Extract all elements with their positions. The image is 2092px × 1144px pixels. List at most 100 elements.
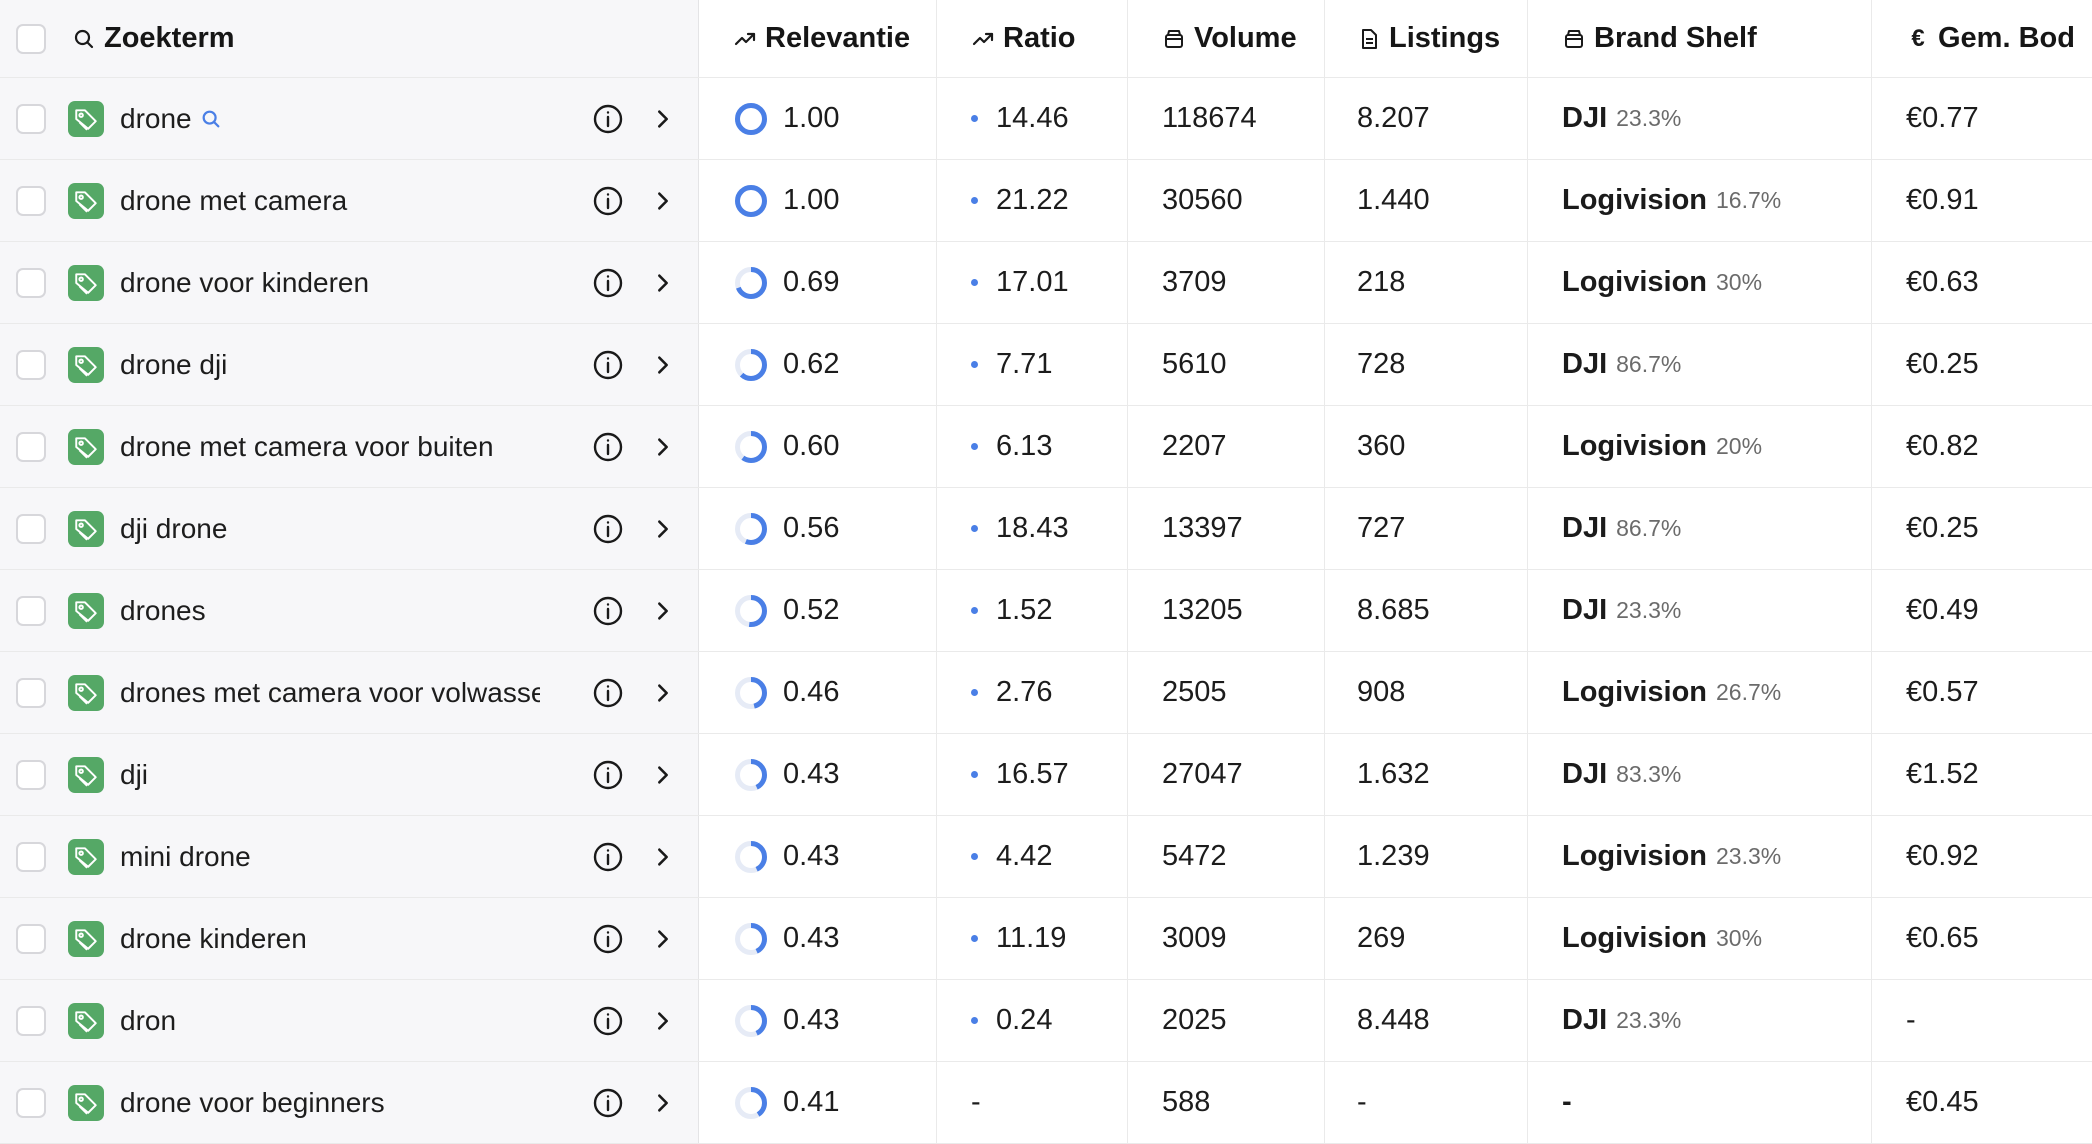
term-label[interactable]: drone met camera [120, 185, 540, 217]
table-row[interactable]: dji drone 0.56 18.43 13397 727 DJI 86.7%… [0, 488, 2092, 570]
table-row[interactable]: drones met camera voor volwassenen 0.46 … [0, 652, 2092, 734]
bid-cell: €0.25 [1872, 324, 2092, 405]
term-label[interactable]: drone met camera voor buiten [120, 431, 540, 463]
info-icon[interactable] [592, 349, 624, 381]
listings-value: 8.207 [1357, 102, 1430, 134]
row-checkbox[interactable] [16, 595, 46, 626]
row-checkbox[interactable] [16, 841, 46, 872]
bid-cell: €0.63 [1872, 242, 2092, 323]
header-term-cell[interactable]: Zoekterm [0, 0, 699, 77]
table-row[interactable]: drone met camera voor buiten 0.60 6.13 2… [0, 406, 2092, 488]
row-checkbox[interactable] [16, 923, 46, 954]
info-icon[interactable] [592, 103, 624, 135]
select-all-checkbox[interactable] [16, 23, 46, 54]
table-row[interactable]: drone 1.00 14.46 118674 8.207 DJI 23.3% … [0, 78, 2092, 160]
bid-value: €0.91 [1906, 184, 1979, 216]
header-brand-shelf[interactable]: Brand Shelf [1528, 0, 1872, 77]
term-label[interactable]: dron [120, 1005, 540, 1037]
chevron-right-icon[interactable] [652, 1092, 674, 1114]
row-checkbox[interactable] [16, 185, 46, 216]
bid-value: - [1906, 1004, 1916, 1036]
chevron-right-icon[interactable] [652, 518, 674, 540]
chevron-right-icon[interactable] [652, 354, 674, 376]
header-bid[interactable]: € Gem. Bod [1872, 0, 2092, 77]
row-checkbox[interactable] [16, 513, 46, 544]
row-checkbox[interactable] [16, 103, 46, 134]
term-label[interactable]: drones met camera voor volwassenen [120, 677, 540, 709]
term-cell: dji drone [0, 488, 699, 569]
chevron-right-icon[interactable] [652, 108, 674, 130]
header-volume-label: Volume [1194, 22, 1297, 54]
chevron-right-icon[interactable] [652, 1010, 674, 1032]
header-listings[interactable]: Listings [1325, 0, 1528, 77]
header-volume[interactable]: Volume [1128, 0, 1325, 77]
chevron-right-icon[interactable] [652, 436, 674, 458]
table-row[interactable]: drone kinderen 0.43 11.19 3009 269 Logiv… [0, 898, 2092, 980]
ratio-cell: 2.76 [937, 652, 1128, 733]
brand-share: 23.3% [1616, 1007, 1682, 1033]
brand-shelf-cell: DJI 86.7% [1528, 324, 1872, 405]
term-cell: dji [0, 734, 699, 815]
ratio-value: 21.22 [996, 184, 1069, 216]
chevron-right-icon[interactable] [652, 764, 674, 786]
info-icon[interactable] [592, 267, 624, 299]
chevron-right-icon[interactable] [652, 682, 674, 704]
header-ratio[interactable]: Ratio [937, 0, 1128, 77]
bid-value: €0.25 [1906, 512, 1979, 544]
brand-share: 23.3% [1616, 105, 1682, 131]
listings-value: 1.440 [1357, 184, 1430, 216]
info-icon[interactable] [592, 595, 624, 627]
chevron-right-icon[interactable] [652, 846, 674, 868]
row-checkbox[interactable] [16, 759, 46, 790]
term-label[interactable]: dji [120, 759, 540, 791]
row-checkbox[interactable] [16, 267, 46, 298]
term-label[interactable]: dji drone [120, 513, 540, 545]
table-row[interactable]: drones 0.52 1.52 13205 8.685 DJI 23.3% €… [0, 570, 2092, 652]
term-label[interactable]: drone kinderen [120, 923, 540, 955]
info-icon[interactable] [592, 759, 624, 791]
brand-shelf-cell: DJI 23.3% [1528, 78, 1872, 159]
bid-value: €0.92 [1906, 840, 1979, 872]
term-label[interactable]: drone voor beginners [120, 1087, 540, 1119]
info-icon[interactable] [592, 431, 624, 463]
brand-name: Logivision [1562, 184, 1707, 216]
info-icon[interactable] [592, 185, 624, 217]
table-row[interactable]: drone voor beginners 0.41 - 588 - - €0.4… [0, 1062, 2092, 1144]
relevance-cell: 0.43 [699, 898, 937, 979]
chevron-right-icon[interactable] [652, 600, 674, 622]
listings-cell: - [1325, 1062, 1528, 1143]
header-relevance[interactable]: Relevantie [699, 0, 937, 77]
row-checkbox[interactable] [16, 1005, 46, 1036]
row-checkbox[interactable] [16, 677, 46, 708]
term-label[interactable]: mini drone [120, 841, 540, 873]
row-checkbox[interactable] [16, 431, 46, 462]
term-label[interactable]: drone voor kinderen [120, 267, 540, 299]
chevron-right-icon[interactable] [652, 928, 674, 950]
info-icon[interactable] [592, 923, 624, 955]
row-checkbox[interactable] [16, 349, 46, 380]
table-row[interactable]: drone dji 0.62 7.71 5610 728 DJI 86.7% €… [0, 324, 2092, 406]
bid-value: €0.82 [1906, 430, 1979, 462]
brand-name: Logivision [1562, 430, 1707, 462]
term-label[interactable]: drone [120, 103, 540, 135]
info-icon[interactable] [592, 1005, 624, 1037]
chevron-right-icon[interactable] [652, 272, 674, 294]
term-label[interactable]: drone dji [120, 349, 540, 381]
relevance-cell: 0.56 [699, 488, 937, 569]
chevron-right-icon[interactable] [652, 190, 674, 212]
term-label[interactable]: drones [120, 595, 540, 627]
table-row[interactable]: dron 0.43 0.24 2025 8.448 DJI 23.3% - [0, 980, 2092, 1062]
info-icon[interactable] [592, 1087, 624, 1119]
term-text: drones [120, 594, 206, 626]
listings-cell: 727 [1325, 488, 1528, 569]
row-checkbox[interactable] [16, 1087, 46, 1118]
table-row[interactable]: drone met camera 1.00 21.22 30560 1.440 … [0, 160, 2092, 242]
volume-cell: 2505 [1128, 652, 1325, 733]
table-row[interactable]: drone voor kinderen 0.69 17.01 3709 218 … [0, 242, 2092, 324]
table-row[interactable]: mini drone 0.43 4.42 5472 1.239 Logivisi… [0, 816, 2092, 898]
info-icon[interactable] [592, 513, 624, 545]
volume-cell: 5472 [1128, 816, 1325, 897]
info-icon[interactable] [592, 841, 624, 873]
info-icon[interactable] [592, 677, 624, 709]
table-row[interactable]: dji 0.43 16.57 27047 1.632 DJI 83.3% €1.… [0, 734, 2092, 816]
